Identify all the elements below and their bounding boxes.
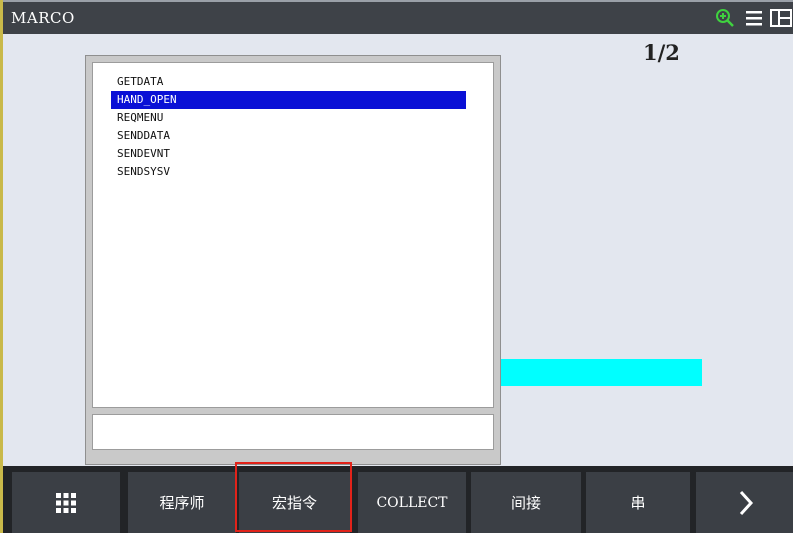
function-key-bar: 程序师 宏指令 COLLECT 间接 串 bbox=[3, 466, 793, 533]
grid-menu-button[interactable] bbox=[12, 472, 120, 533]
macro-instruction-button[interactable]: 宏指令 bbox=[239, 472, 350, 533]
title-bar: MARCO bbox=[3, 0, 793, 34]
list-item[interactable]: SENDEVNT bbox=[111, 145, 466, 163]
collect-button[interactable]: COLLECT bbox=[358, 472, 466, 533]
teach-pendant-screen: MARCO 1/2 GETDATA HAND_OPEN REQMENU SEND… bbox=[0, 0, 793, 533]
macro-selection-popup: GETDATA HAND_OPEN REQMENU SENDDATA SENDE… bbox=[85, 55, 501, 465]
macro-list-box: GETDATA HAND_OPEN REQMENU SENDDATA SENDE… bbox=[92, 62, 494, 408]
menu-icon[interactable] bbox=[744, 7, 764, 29]
list-item[interactable]: GETDATA bbox=[111, 73, 466, 91]
indirect-button[interactable]: 间接 bbox=[471, 472, 581, 533]
list-item[interactable]: SENDSYSV bbox=[111, 163, 466, 181]
cursor-highlight-bar bbox=[501, 359, 702, 386]
list-item[interactable]: SENDDATA bbox=[111, 127, 466, 145]
split-view-icon[interactable] bbox=[769, 7, 793, 29]
list-item-selected[interactable]: HAND_OPEN bbox=[111, 91, 466, 109]
chevron-right-icon bbox=[739, 490, 754, 515]
macro-list: GETDATA HAND_OPEN REQMENU SENDDATA SENDE… bbox=[111, 73, 466, 181]
list-item[interactable]: REQMENU bbox=[111, 109, 466, 127]
programmer-button[interactable]: 程序师 bbox=[128, 472, 236, 533]
page-indicator: 1/2 bbox=[643, 40, 680, 65]
popup-input-line[interactable] bbox=[92, 414, 494, 450]
next-page-button[interactable] bbox=[696, 472, 793, 533]
window-title: MARCO bbox=[11, 9, 75, 27]
string-button[interactable]: 串 bbox=[586, 472, 690, 533]
grid-menu-icon bbox=[56, 492, 76, 513]
zoom-in-icon[interactable] bbox=[715, 7, 735, 29]
